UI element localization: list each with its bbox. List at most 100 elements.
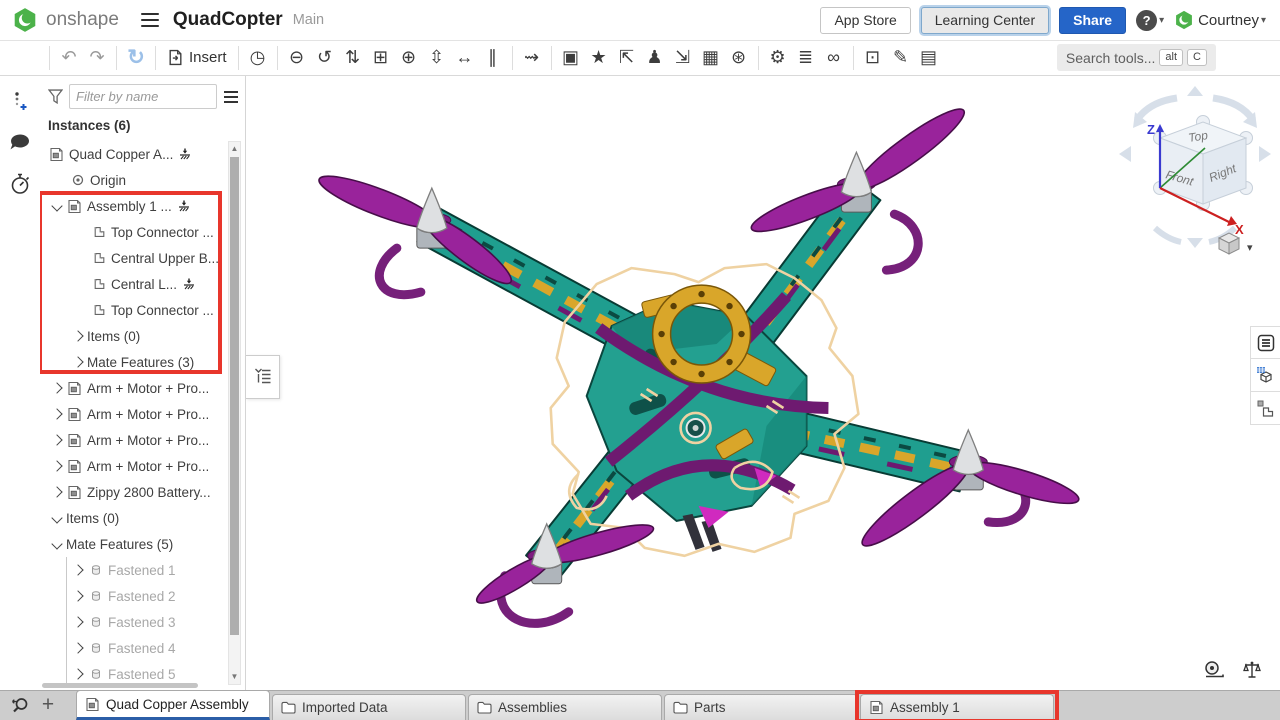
chevron-right-icon[interactable] [69, 566, 87, 574]
main-menu-button[interactable] [141, 13, 159, 28]
chevron-right-icon[interactable] [48, 384, 66, 392]
chevron-down-icon[interactable] [48, 514, 66, 522]
explode-view-icon[interactable]: ▣ [557, 44, 585, 72]
replicate-icon[interactable]: ⇲ [669, 44, 697, 72]
chevron-right-icon[interactable] [48, 410, 66, 418]
scrollbar-thumb[interactable] [230, 157, 239, 635]
tree-row-arm-motor-pro[interactable]: Arm + Motor + Pro... [40, 427, 226, 453]
tab-parts[interactable]: Parts [664, 694, 858, 720]
tree-row-fastened-1[interactable]: Fastened 1 [40, 557, 226, 583]
rollback-icon[interactable]: ↻ [122, 44, 150, 72]
parallel-mate-icon[interactable]: ∥ [479, 44, 507, 72]
edit-in-context-icon[interactable]: ⇱ [613, 44, 641, 72]
tree-row-mate-features-3[interactable]: Mate Features (3) [40, 349, 226, 375]
chevron-right-icon[interactable] [69, 618, 87, 626]
flip-icon[interactable]: ⇝ [518, 44, 546, 72]
gear-relation-icon[interactable]: ⚙ [764, 44, 792, 72]
tree-row-zippy-2800-battery[interactable]: Zippy 2800 Battery... [40, 479, 226, 505]
scroll-up-icon[interactable]: ▲ [229, 142, 240, 156]
graphics-area[interactable]: Top Front Right Z X ▾ [247, 76, 1280, 690]
snapshot-icon[interactable]: ★ [585, 44, 613, 72]
tree-row-fastened-4[interactable]: Fastened 4 [40, 635, 226, 661]
search-tools-box[interactable]: Search tools... alt C [1057, 44, 1216, 71]
workspace-name[interactable]: Main [293, 12, 324, 28]
cylindrical-mate-icon[interactable]: ⇳ [423, 44, 451, 72]
tree-row-assembly-1[interactable]: Assembly 1 ... [40, 193, 226, 219]
measure-icon[interactable] [1202, 658, 1226, 682]
annotation-icon[interactable]: ✎ [887, 44, 915, 72]
tree-row-quad-copper-a[interactable]: Quad Copper A... [40, 141, 226, 167]
interference-icon[interactable]: ⊛ [725, 44, 753, 72]
chevron-right-icon[interactable] [48, 436, 66, 444]
share-button[interactable]: Share [1059, 7, 1126, 34]
tree-hscrollbar-thumb[interactable] [42, 683, 198, 688]
slider-mate-icon[interactable]: ⇅ [339, 44, 367, 72]
tree-row-fastened-2[interactable]: Fastened 2 [40, 583, 226, 609]
chevron-right-icon[interactable] [69, 592, 87, 600]
tree-row-central-upper-b[interactable]: Central Upper B... [40, 245, 226, 271]
bom-table-panel-icon[interactable] [1250, 326, 1280, 359]
mate-connector-icon[interactable]: ◷ [244, 44, 272, 72]
chevron-down-icon[interactable] [48, 540, 66, 548]
chevron-down-icon[interactable] [48, 202, 66, 210]
filter-input[interactable] [69, 84, 217, 109]
tab-imported-data[interactable]: Imported Data [272, 694, 466, 720]
learning-center-button[interactable]: Learning Center [921, 7, 1049, 34]
chevron-right-icon[interactable] [69, 332, 87, 340]
tree-scrollbar[interactable]: ▲ ▼ [228, 141, 241, 685]
panel-toggle-button[interactable] [246, 355, 280, 399]
tree-row-items-0[interactable]: Items (0) [40, 505, 226, 531]
chevron-right-icon[interactable] [48, 488, 66, 496]
tab-assemblies[interactable]: Assemblies [468, 694, 662, 720]
redo-icon[interactable]: ↷ [83, 44, 111, 72]
tab-assembly-1[interactable]: Assembly 1 [860, 694, 1054, 720]
comments-icon[interactable] [6, 129, 34, 157]
rack-pinion-relation-icon[interactable]: ≣ [792, 44, 820, 72]
tree-item-label: Fastened 2 [108, 589, 176, 604]
chevron-right-icon[interactable] [48, 462, 66, 470]
sketch-icon[interactable]: ⊡ [859, 44, 887, 72]
chevron-right-icon[interactable] [69, 670, 87, 678]
list-view-icon[interactable] [223, 90, 239, 104]
tree-row-arm-motor-pro[interactable]: Arm + Motor + Pro... [40, 401, 226, 427]
view-mode-dropdown[interactable]: ▾ [1219, 233, 1253, 254]
app-store-button[interactable]: App Store [820, 7, 910, 34]
display-states-icon[interactable]: ▦ [697, 44, 725, 72]
tree-row-arm-motor-pro[interactable]: Arm + Motor + Pro... [40, 453, 226, 479]
revolute-mate-icon[interactable]: ↺ [311, 44, 339, 72]
help-menu[interactable]: ? ▾ [1136, 10, 1164, 31]
tree-row-top-connector[interactable]: Top Connector ... [40, 297, 226, 323]
tree-row-mate-features-5[interactable]: Mate Features (5) [40, 531, 226, 557]
tree-row-top-connector[interactable]: Top Connector ... [40, 219, 226, 245]
add-tab-button[interactable]: + [34, 690, 62, 720]
insert-item-icon[interactable] [6, 88, 34, 116]
planar-mate-icon[interactable]: ⊞ [367, 44, 395, 72]
appearance-panel-icon[interactable] [1250, 392, 1280, 425]
insert-icon[interactable]: Insert [161, 44, 233, 72]
help-icon[interactable]: ? [1136, 10, 1157, 31]
chevron-right-icon[interactable] [69, 644, 87, 652]
named-positions-icon[interactable]: ♟ [641, 44, 669, 72]
scroll-down-icon[interactable]: ▼ [229, 670, 240, 684]
tree-row-fastened-3[interactable]: Fastened 3 [40, 609, 226, 635]
tree-row-central-l[interactable]: Central L... [40, 271, 226, 297]
tab-search-icon[interactable] [6, 690, 34, 720]
ball-mate-icon[interactable]: ⊕ [395, 44, 423, 72]
view-cube[interactable]: Top Front Right Z X ▾ [1115, 82, 1275, 260]
tab-quad-copper-assembly[interactable]: Quad Copper Assembly [76, 690, 270, 720]
mass-properties-icon[interactable] [1240, 658, 1264, 682]
history-icon[interactable] [6, 170, 34, 198]
tree-row-items-0[interactable]: Items (0) [40, 323, 226, 349]
fastened-mate-icon[interactable]: ⊖ [283, 44, 311, 72]
translate-mate-icon[interactable]: ↔ [451, 44, 479, 72]
chevron-right-icon[interactable] [69, 358, 87, 366]
toolbar-divider [512, 46, 513, 70]
tree-row-arm-motor-pro[interactable]: Arm + Motor + Pro... [40, 375, 226, 401]
bom-icon[interactable]: ▤ [915, 44, 943, 72]
tree-row-origin[interactable]: Origin [40, 167, 226, 193]
belt-relation-icon[interactable]: ∞ [820, 44, 848, 72]
configurations-panel-icon[interactable] [1250, 359, 1280, 392]
undo-icon[interactable]: ↶ [55, 44, 83, 72]
filter-icon[interactable] [48, 89, 63, 104]
user-menu[interactable]: Courtney ▾ [1174, 10, 1266, 30]
